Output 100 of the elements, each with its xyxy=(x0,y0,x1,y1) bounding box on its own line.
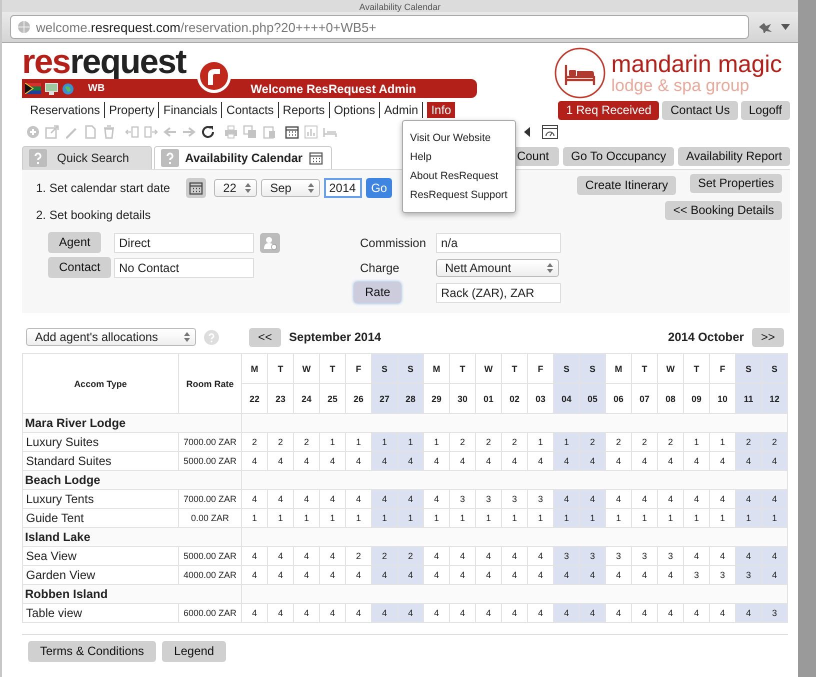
tab[interactable]: Availability Calendar xyxy=(154,146,332,169)
contact-field[interactable]: No Contact xyxy=(114,258,254,278)
table-cell: 3 xyxy=(580,546,606,566)
table-cell: 4 xyxy=(606,604,632,622)
commission-field[interactable]: n/a xyxy=(436,232,561,252)
table-cell: 4 xyxy=(736,452,762,470)
table-cell: 4 xyxy=(242,604,268,622)
menu-item[interactable]: ResRequest Support xyxy=(403,186,515,205)
table-cell: 4 xyxy=(684,546,710,566)
rate-field[interactable]: Rack (ZAR), ZAR xyxy=(436,282,561,302)
user-code: WB xyxy=(88,83,105,94)
table-cell: 2 xyxy=(502,432,528,452)
toolbar-button[interactable]: Availability Report xyxy=(678,147,790,166)
action-button[interactable]: << Booking Details xyxy=(665,201,782,220)
table-cell: 1 xyxy=(736,508,762,528)
tab[interactable]: Quick Search xyxy=(22,146,152,169)
nav-item[interactable]: Financials xyxy=(159,102,222,118)
table-cell: 3 xyxy=(554,546,580,566)
month-label: 2014 October xyxy=(668,330,744,344)
toolbar-button[interactable]: Go To Occupancy xyxy=(563,147,674,166)
table-cell: 4 xyxy=(398,566,424,584)
weekday-header: T xyxy=(268,354,294,384)
table-cell: 4 xyxy=(294,546,320,566)
window-title: Availability Calendar xyxy=(359,1,441,13)
table-cell: 4 xyxy=(320,546,346,566)
table-cell: 4 xyxy=(268,546,294,566)
menu-item[interactable]: Visit Our Website xyxy=(403,129,515,148)
table-cell: 3 xyxy=(606,546,632,566)
table-cell: 2 xyxy=(398,546,424,566)
table-cell: 4 xyxy=(424,490,450,508)
nav-item[interactable]: Reservations xyxy=(26,102,106,118)
contact-button[interactable]: Contact xyxy=(48,257,112,278)
table-cell: 4 xyxy=(320,490,346,508)
table-cell: 1 xyxy=(320,432,346,452)
table-cell: 4 xyxy=(580,566,606,584)
action-button[interactable]: Set Properties xyxy=(690,174,782,193)
table-cell: 1 xyxy=(398,508,424,528)
action-button[interactable]: Create Itinerary xyxy=(577,176,676,195)
tab-label[interactable]: Quick Search xyxy=(57,151,130,165)
table-cell: 1 xyxy=(398,432,424,452)
table-cell: 1 xyxy=(684,432,710,452)
table-cell: 4 xyxy=(398,604,424,622)
nav-item[interactable]: Options xyxy=(330,102,380,118)
nav-item[interactable]: Reports xyxy=(278,102,330,118)
table-cell: 1 xyxy=(372,508,398,528)
table-cell: 4 xyxy=(684,490,710,508)
table-cell: 3 xyxy=(476,490,502,508)
table-cell: 3 xyxy=(450,490,476,508)
header-button[interactable]: Contact Us xyxy=(662,100,738,120)
table-cell: 4 xyxy=(372,452,398,470)
weekday-header: M xyxy=(424,354,450,384)
rate-button[interactable]: Rate xyxy=(354,282,402,303)
next-month-button[interactable]: >> xyxy=(752,328,784,346)
weekday-header: S xyxy=(736,354,762,384)
address-field[interactable]: welcome.resrequest.com/reservation.php?20++++0+WB5+ xyxy=(10,15,749,39)
nav-item[interactable]: Property xyxy=(105,102,160,118)
table-cell: 1 xyxy=(372,432,398,452)
weekday-header: W xyxy=(658,354,684,384)
date-header: 04 xyxy=(554,384,580,414)
footer-button[interactable]: Legend xyxy=(162,641,226,662)
nav-item[interactable]: Info xyxy=(427,102,456,118)
table-cell: 4 xyxy=(762,546,788,566)
table-cell: 4 xyxy=(424,604,450,622)
table-cell: 1 xyxy=(580,508,606,528)
requests-button[interactable]: 1 Req Received xyxy=(558,100,660,120)
nav-item[interactable]: Contacts xyxy=(222,102,279,118)
agent-field[interactable]: Direct xyxy=(114,232,254,252)
table-cell: 7000.00 ZAR xyxy=(178,432,242,452)
weekday-header: S xyxy=(580,354,606,384)
menu-item[interactable]: About ResRequest xyxy=(403,167,515,186)
table-cell: 4 xyxy=(580,452,606,470)
table-cell: 1 xyxy=(554,508,580,528)
table-cell: Sea View xyxy=(22,546,178,566)
table-cell: 4 xyxy=(554,490,580,508)
charge-select[interactable]: Nett Amount xyxy=(436,258,559,276)
table-cell: 4 xyxy=(294,490,320,508)
nav-item[interactable]: Admin xyxy=(380,102,424,118)
table-cell: Luxury Tents xyxy=(22,490,178,508)
table-cell: 4 xyxy=(736,490,762,508)
table-cell: 4 xyxy=(398,452,424,470)
footer-button[interactable]: Terms & Conditions xyxy=(28,641,156,662)
allocations-select[interactable]: Add agent's allocations xyxy=(26,328,196,346)
year-field[interactable]: 2014 xyxy=(324,178,362,198)
date-header: 11 xyxy=(736,384,762,414)
table-cell: 2 xyxy=(242,432,268,452)
go-button[interactable]: Go xyxy=(366,178,392,198)
table-cell: 2 xyxy=(268,432,294,452)
previous-month-button[interactable]: << xyxy=(249,328,282,346)
table-cell: 2 xyxy=(476,432,502,452)
weekday-header: S xyxy=(398,354,424,384)
table-cell: 4 xyxy=(736,604,762,622)
header-button[interactable]: Logoff xyxy=(740,100,790,120)
weekday-header: S xyxy=(372,354,398,384)
menu-item[interactable]: Help xyxy=(403,148,515,167)
agent-button[interactable]: Agent xyxy=(48,232,102,253)
day-select[interactable]: 22 xyxy=(214,179,258,197)
month-select[interactable]: Sep xyxy=(261,179,320,197)
weekday-header: T xyxy=(684,354,710,384)
table-cell: 2 xyxy=(762,432,788,452)
tab-label[interactable]: Availability Calendar xyxy=(185,151,303,165)
